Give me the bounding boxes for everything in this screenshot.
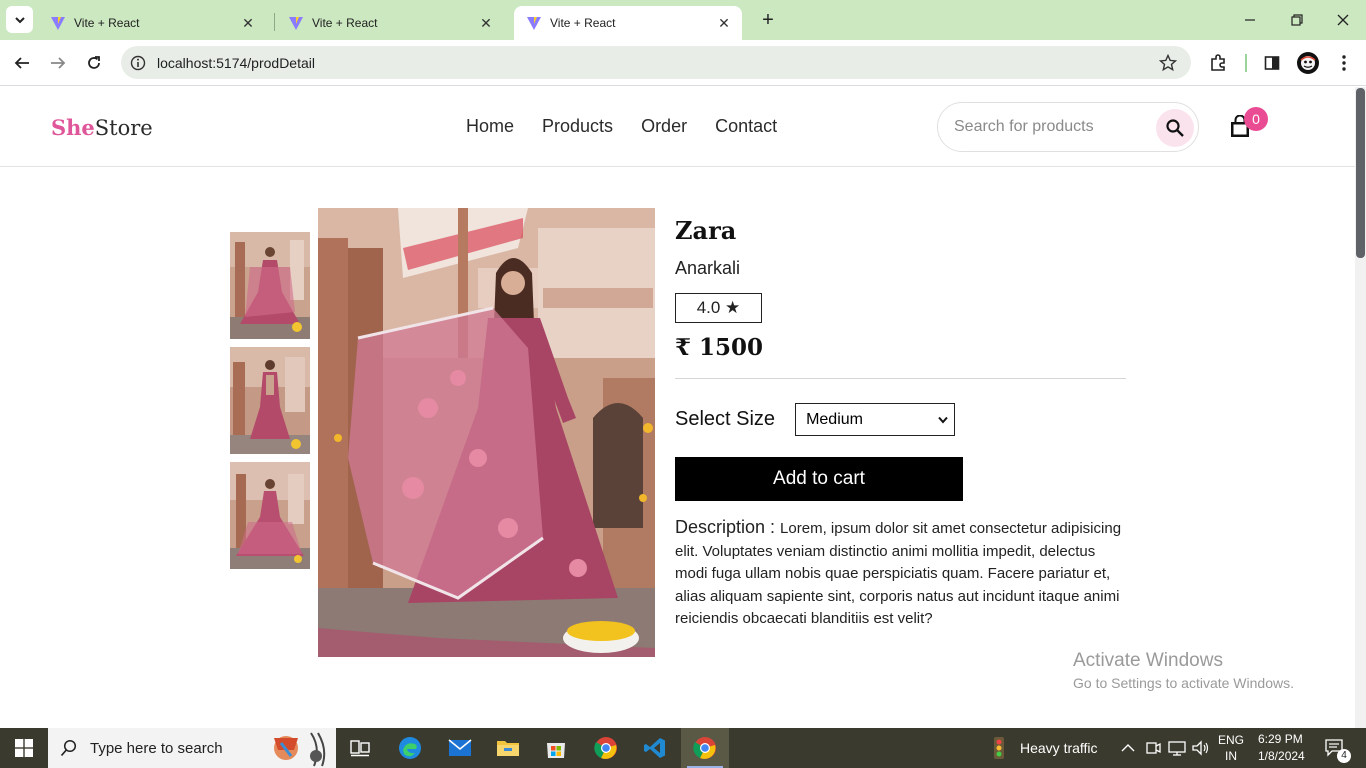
size-select[interactable]: Medium [795, 403, 956, 436]
nav-contact[interactable]: Contact [715, 116, 777, 137]
traffic-light-icon[interactable] [987, 736, 1011, 760]
search-highlight-illustration-icon [274, 732, 326, 767]
product-name: Anarkali [675, 258, 741, 278]
search-icon [60, 739, 77, 757]
product-main-image [318, 208, 655, 657]
chevron-down-icon [938, 416, 948, 424]
vscode-icon[interactable] [631, 728, 679, 768]
reload-icon[interactable] [82, 51, 106, 75]
vite-icon [527, 17, 541, 30]
rating-badge: 4.0 ★ [675, 293, 762, 323]
bookmark-star-icon[interactable] [1159, 53, 1177, 72]
search-icon [1166, 119, 1184, 137]
search-input[interactable] [954, 118, 1149, 136]
description-label: Description : [675, 517, 781, 537]
toolbar-divider [1245, 54, 1247, 72]
logo-store: Store [94, 116, 153, 140]
product-price: ₹ 1500 [675, 334, 764, 361]
product-thumbnail-2[interactable] [230, 347, 310, 454]
chrome-active-icon[interactable] [681, 728, 729, 768]
edge-browser-icon[interactable] [386, 728, 434, 768]
back-arrow-icon[interactable] [10, 51, 34, 75]
network-icon[interactable] [1168, 740, 1186, 756]
chevron-up-icon[interactable] [1121, 742, 1135, 754]
profile-avatar[interactable] [1297, 52, 1319, 74]
taskbar-search[interactable]: Type here to search [48, 728, 336, 768]
product-thumbnail-1[interactable] [230, 232, 310, 339]
file-explorer-icon[interactable] [484, 728, 532, 768]
window-close-icon[interactable] [1331, 8, 1355, 32]
restore-icon[interactable] [1285, 8, 1309, 32]
vite-icon [289, 17, 303, 30]
size-selected-value: Medium [806, 410, 863, 428]
close-icon[interactable]: ✕ [240, 15, 256, 31]
browser-tab-3-active[interactable]: Vite + React ✕ [514, 6, 742, 40]
address-bar[interactable]: localhost:5174/prodDetail [121, 46, 1191, 79]
size-label: Select Size [675, 408, 776, 430]
watermark-line-1: Activate Windows [1073, 650, 1223, 671]
chevron-down-icon [14, 16, 25, 23]
size-row: Select Size Medium [675, 403, 1130, 436]
site-info-icon[interactable] [130, 55, 146, 71]
tab-title: Vite + React [312, 16, 378, 30]
product-description: Description : Lorem, ipsum dolor sit ame… [675, 516, 1130, 631]
weather-status[interactable]: Heavy traffic [1020, 740, 1098, 756]
product-thumbnails [230, 232, 310, 577]
search-box [937, 102, 1199, 152]
product-details: Zara Anarkali 4.0 ★ ₹ 1500 Select Size M… [675, 208, 1130, 631]
divider [675, 378, 1126, 379]
browser-tab-1[interactable]: Vite + React ✕ [38, 6, 266, 40]
vite-icon [51, 17, 65, 30]
close-icon[interactable]: ✕ [716, 15, 732, 31]
site-logo[interactable]: SheStore [51, 115, 153, 140]
cart-count-badge: 0 [1244, 107, 1268, 131]
windows-start-button[interactable] [0, 728, 48, 768]
activate-windows-watermark: Activate Windows Go to Settings to activ… [1073, 650, 1294, 691]
windows-logo-icon [15, 739, 33, 757]
language-code[interactable]: ENG [1218, 733, 1244, 747]
tab-search-button[interactable] [6, 6, 33, 33]
language-region[interactable]: IN [1225, 749, 1237, 763]
browser-tab-2[interactable]: Vite + React ✕ [276, 6, 504, 40]
avatar-icon [1300, 56, 1316, 70]
logo-she: She [51, 115, 95, 140]
mail-icon[interactable] [436, 728, 484, 768]
browser-tab-strip: Vite + React ✕ Vite + React ✕ Vite + Rea… [0, 0, 1366, 40]
scrollbar-thumb[interactable] [1356, 88, 1365, 258]
extensions-puzzle-icon[interactable] [1207, 52, 1229, 74]
browser-toolbar: localhost:5174/prodDetail [0, 40, 1366, 86]
volume-icon[interactable] [1192, 740, 1210, 756]
meet-now-icon[interactable] [1145, 740, 1161, 756]
microsoft-store-icon[interactable] [532, 728, 580, 768]
main-nav: Home Products Order Contact [466, 116, 805, 137]
windows-taskbar: Type here to search Heavy traffic ENG IN… [0, 728, 1366, 768]
tab-separator [274, 13, 275, 31]
kebab-menu-icon[interactable] [1333, 52, 1355, 74]
search-button[interactable] [1156, 109, 1194, 147]
task-view-icon[interactable] [336, 728, 384, 768]
watermark-line-2: Go to Settings to activate Windows. [1073, 675, 1294, 691]
taskbar-search-placeholder: Type here to search [90, 739, 223, 757]
url-text[interactable]: localhost:5174/prodDetail [157, 55, 1159, 71]
forward-arrow-icon[interactable] [46, 51, 70, 75]
site-header: SheStore Home Products Order Contact 0 [0, 87, 1355, 167]
tab-title: Vite + React [550, 16, 616, 30]
clock-date[interactable]: 1/8/2024 [1258, 749, 1305, 763]
clock-time[interactable]: 6:29 PM [1258, 732, 1303, 746]
chrome-icon[interactable] [582, 728, 630, 768]
side-panel-icon[interactable] [1261, 52, 1283, 74]
product-thumbnail-3[interactable] [230, 462, 310, 569]
page-viewport: SheStore Home Products Order Contact 0 [0, 87, 1355, 728]
nav-order[interactable]: Order [641, 116, 687, 137]
close-icon[interactable]: ✕ [478, 15, 494, 31]
minimize-icon[interactable] [1238, 8, 1262, 32]
product-brand: Zara [675, 216, 737, 245]
notification-count-badge: 4 [1337, 749, 1351, 763]
nav-products[interactable]: Products [542, 116, 613, 137]
new-tab-button[interactable]: + [757, 9, 779, 31]
tab-title: Vite + React [74, 16, 140, 30]
nav-home[interactable]: Home [466, 116, 514, 137]
add-to-cart-button[interactable]: Add to cart [675, 457, 963, 501]
